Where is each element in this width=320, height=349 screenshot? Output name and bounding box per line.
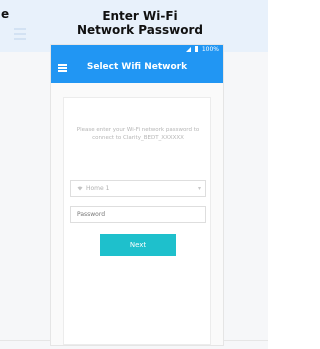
app-bar-title: Select Wifi Network	[86, 62, 188, 72]
network-select[interactable]: Home 1 ▾	[70, 180, 206, 197]
chevron-down-icon: ▾	[197, 185, 201, 192]
network-select-value: Home 1	[86, 185, 110, 192]
wifi-icon	[77, 186, 83, 191]
instructions-text: Please enter your Wi-Fi network password…	[76, 127, 200, 141]
battery-level: 100%	[201, 46, 219, 53]
password-input[interactable]	[77, 211, 187, 218]
edge-text: e	[1, 7, 10, 21]
battery-icon	[194, 46, 198, 52]
app-bar: Select Wifi Network	[51, 55, 223, 83]
status-bar: 100%	[51, 45, 223, 55]
signal-icon	[186, 47, 191, 52]
background-menu-icon	[14, 28, 26, 40]
next-button[interactable]: Next	[100, 234, 176, 256]
password-field[interactable]	[70, 206, 206, 223]
wifi-form-card: Please enter your Wi-Fi network password…	[63, 97, 211, 345]
phone-screen: 100% Select Wifi Network Please enter yo…	[50, 44, 224, 346]
page-title-line-2: Network Password	[76, 23, 204, 37]
page-title-line-1: Enter Wi-Fi	[102, 9, 178, 23]
